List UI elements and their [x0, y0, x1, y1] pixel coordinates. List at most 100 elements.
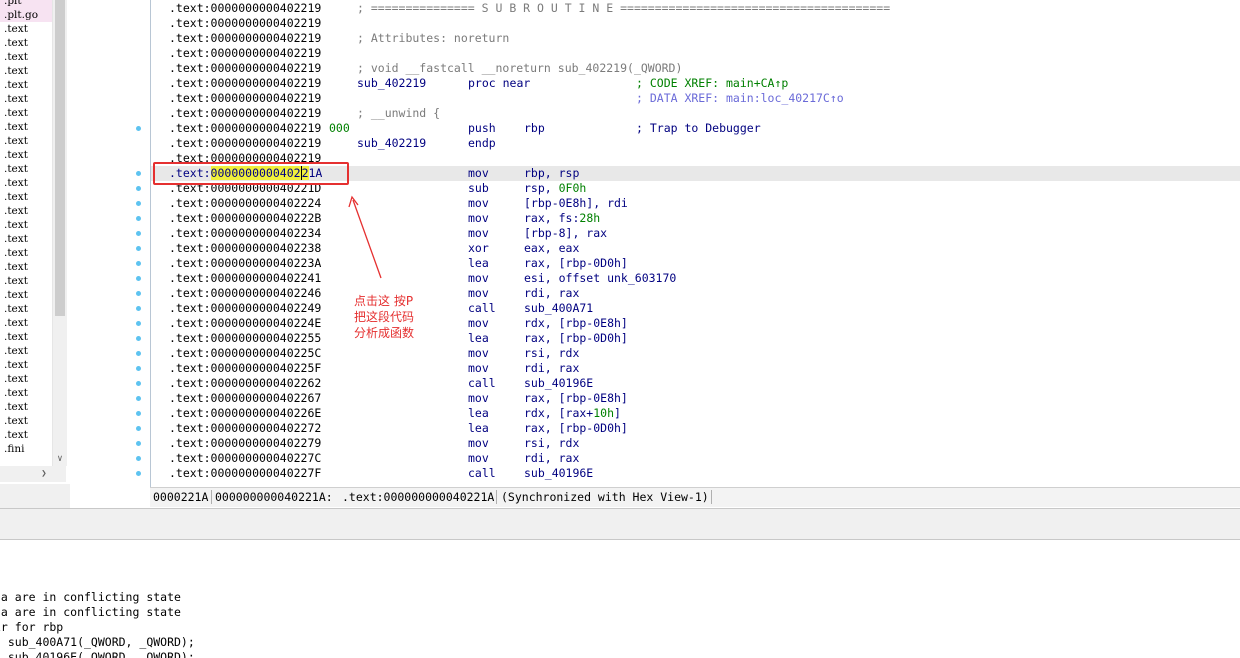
breakpoint-dot-icon[interactable] [136, 186, 141, 191]
segment-item[interactable]: .text [0, 246, 52, 260]
operand-text: [rbp-0E8h], rdi [524, 196, 628, 210]
segment-item[interactable]: .text [0, 358, 52, 372]
segment-item[interactable]: .text [0, 274, 52, 288]
breakpoint-dot-icon[interactable] [136, 456, 141, 461]
mnemonic: mov [468, 451, 489, 465]
breakpoint-dot-icon[interactable] [136, 276, 141, 281]
breakpoint-dot-icon[interactable] [136, 246, 141, 251]
segment-item[interactable]: .text [0, 78, 52, 92]
breakpoint-dot-icon[interactable] [136, 216, 141, 221]
segment-item[interactable]: .text [0, 204, 52, 218]
mnemonic: call [468, 376, 496, 390]
code-line[interactable]: .text:0000000000402255 lea rax, [rbp-0D0h] [151, 331, 1240, 346]
segment-item[interactable]: .text [0, 316, 52, 330]
breakpoint-dot-icon[interactable] [136, 336, 141, 341]
segment-item[interactable]: .text [0, 414, 52, 428]
segment-item[interactable]: .text [0, 232, 52, 246]
code-line[interactable]: .text:000000000040226E lea rdx, [rax+10h] [151, 406, 1240, 421]
breakpoint-dot-icon[interactable] [136, 171, 141, 176]
code-line[interactable]: .text:0000000000402267 mov rax, [rbp-0E8h] [151, 391, 1240, 406]
segment-item[interactable]: .text [0, 302, 52, 316]
output-line: ta are in conflicting state [0, 590, 181, 604]
segment-item[interactable]: .text [0, 106, 52, 120]
breakpoint-dot-icon[interactable] [136, 201, 141, 206]
breakpoint-dot-icon[interactable] [136, 261, 141, 266]
breakpoint-dot-icon[interactable] [136, 306, 141, 311]
breakpoint-dot-icon[interactable] [136, 396, 141, 401]
segment-item[interactable]: .text [0, 218, 52, 232]
code-line[interactable]: .text:000000000040225C mov rsi, rdx [151, 346, 1240, 361]
code-line[interactable]: .text:0000000000402219 [151, 16, 1240, 31]
code-line[interactable]: .text:0000000000402219 000 push rbp ; Trap t… [151, 121, 1240, 136]
breakpoint-dot-icon[interactable] [136, 411, 141, 416]
operand-text: sub_40196E [524, 376, 594, 390]
code-line[interactable]: .text:0000000000402234 mov [rbp-8], rax [151, 226, 1240, 241]
segment-item[interactable]: .plt [0, 0, 52, 8]
segment-item[interactable]: .text [0, 92, 52, 106]
segment-item[interactable]: .text [0, 330, 52, 344]
code-line[interactable]: .text:0000000000402219 ; DATA XREF: main:… [151, 91, 1240, 106]
segment-item[interactable]: .text [0, 134, 52, 148]
breakpoint-dot-icon[interactable] [136, 351, 141, 356]
code-line[interactable]: .text:0000000000402241 mov esi, offset unk… [151, 271, 1240, 286]
segment-item[interactable]: .text [0, 64, 52, 78]
code-line[interactable]: .text:0000000000402224 mov [rbp-0E8h], rdi [151, 196, 1240, 211]
segment-list-scrollbar[interactable]: ∨ [52, 0, 67, 466]
code-line[interactable]: .text:0000000000402219 ; void __fastcall … [151, 61, 1240, 76]
segment-item[interactable]: .text [0, 22, 52, 36]
segment-item[interactable]: .text [0, 120, 52, 134]
operands: rbp, rsp [524, 166, 580, 180]
code-line[interactable]: .text:000000000040225F mov rdi, rax [151, 361, 1240, 376]
code-line[interactable]: .text:0000000000402219 ; Attributes: nore… [151, 31, 1240, 46]
code-line[interactable]: .text:000000000040227F call sub_40196E [151, 466, 1240, 481]
scrollbar-thumb[interactable] [55, 0, 65, 316]
segment-item[interactable]: .text [0, 372, 52, 386]
segment-list-hscrollbar[interactable]: ❯ [0, 466, 52, 482]
code-line[interactable]: .text:000000000040224E mov rdx, [rbp-0E8h] [151, 316, 1240, 331]
disassembly-view[interactable]: .text:0000000000402219 ; =============== … [150, 0, 1240, 487]
code-line[interactable]: .text:0000000000402279 mov rsi, rdx [151, 436, 1240, 451]
code-line[interactable]: .text:0000000000402219 ; __unwind { [151, 106, 1240, 121]
code-line[interactable]: .text:0000000000402262 call sub_40196E [151, 376, 1240, 391]
segment-item[interactable]: .text [0, 36, 52, 50]
segment-item[interactable]: .text [0, 50, 52, 64]
breakpoint-dot-icon[interactable] [136, 291, 141, 296]
breakpoint-dot-icon[interactable] [136, 126, 141, 131]
segment-item[interactable]: .text [0, 176, 52, 190]
code-line[interactable]: .text:0000000000402219 sub_402219 proc nea… [151, 76, 1240, 91]
segment-item[interactable]: .text [0, 344, 52, 358]
breakpoint-dot-icon[interactable] [136, 366, 141, 371]
code-line[interactable]: .text:000000000040222B mov rax, fs:28h [151, 211, 1240, 226]
segment-item[interactable]: .text [0, 190, 52, 204]
chevron-down-icon[interactable]: ∨ [53, 452, 67, 466]
segment-item[interactable]: .text [0, 400, 52, 414]
segment-item[interactable]: .plt.go [0, 8, 52, 22]
line-comment: ; Attributes: noreturn [357, 31, 510, 45]
breakpoint-dot-icon[interactable] [136, 231, 141, 236]
segment-item[interactable]: .text [0, 386, 52, 400]
segment-item[interactable]: .text [0, 162, 52, 176]
code-line[interactable]: .text:0000000000402249 call sub_400A71 [151, 301, 1240, 316]
output-window[interactable]: ta are in conflicting state ta are in con… [0, 540, 1240, 658]
code-line[interactable]: .text:0000000000402238 xor eax, eax [151, 241, 1240, 256]
segment-item[interactable]: .text [0, 148, 52, 162]
breakpoint-dot-icon[interactable] [136, 441, 141, 446]
segment-item[interactable]: .text [0, 260, 52, 274]
line-address: .text:0000000000402219 [169, 16, 322, 30]
code-line[interactable]: .text:0000000000402219 sub_402219 endp [151, 136, 1240, 151]
segment-item[interactable]: .text [0, 428, 52, 442]
code-line[interactable]: .text:0000000000402219 ; =============== … [151, 1, 1240, 16]
code-line[interactable]: .text:0000000000402246 mov rdi, rax [151, 286, 1240, 301]
breakpoint-dot-icon[interactable] [136, 426, 141, 431]
breakpoint-dot-icon[interactable] [136, 321, 141, 326]
code-line[interactable]: .text:0000000000402272 lea rax, [rbp-0D0h] [151, 421, 1240, 436]
segment-item[interactable]: .fini [0, 442, 52, 456]
breakpoint-dot-icon[interactable] [136, 381, 141, 386]
code-line[interactable]: .text:000000000040227C mov rdi, rax [151, 451, 1240, 466]
code-line[interactable]: .text:0000000000402219 [151, 46, 1240, 61]
annotation-text: 点击这 按P 把这段代码 分析成函数 [354, 293, 474, 341]
chevron-right-icon[interactable]: ❯ [38, 466, 50, 482]
code-line[interactable]: .text:000000000040223A lea rax, [rbp-0D0h] [151, 256, 1240, 271]
breakpoint-dot-icon[interactable] [136, 471, 141, 476]
segment-item[interactable]: .text [0, 288, 52, 302]
